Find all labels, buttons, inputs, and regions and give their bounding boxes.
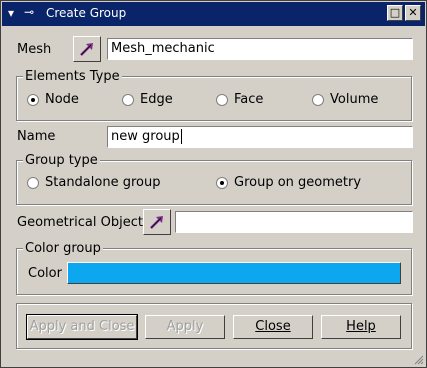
radio-node-label[interactable]: Node	[45, 92, 79, 107]
help-button[interactable]: Help	[321, 315, 401, 339]
maximize-icon: □	[389, 6, 401, 19]
help-button-label: Help	[346, 319, 376, 334]
window-title: Create Group	[46, 6, 127, 20]
maximize-button[interactable]: □	[387, 5, 403, 21]
mesh-field[interactable]: Mesh_mechanic	[107, 38, 413, 60]
radio-face[interactable]	[216, 94, 228, 106]
radio-volume-label[interactable]: Volume	[330, 92, 378, 107]
close-icon: ✕	[408, 6, 418, 19]
name-label: Name	[17, 129, 56, 144]
geometry-select-button[interactable]	[143, 209, 171, 235]
close-window-button[interactable]: ✕	[405, 5, 421, 21]
name-field[interactable]: new group	[107, 126, 413, 148]
pin-icon[interactable]: ⊸	[24, 5, 34, 19]
text-cursor	[180, 129, 182, 144]
select-arrow-icon	[80, 43, 93, 56]
resize-grip-icon[interactable]	[412, 353, 424, 365]
close-button-label: Close	[255, 319, 291, 334]
title-bar[interactable]: ▾ ⊸ Create Group □ ✕	[2, 2, 425, 26]
radio-standalone-label[interactable]: Standalone group	[45, 175, 160, 190]
color-group-title: Color group	[23, 241, 103, 256]
radio-standalone-group[interactable]	[27, 177, 39, 189]
radio-edge-label[interactable]: Edge	[140, 92, 173, 107]
radio-node[interactable]	[27, 94, 39, 106]
radio-volume[interactable]	[312, 94, 324, 106]
radio-edge[interactable]	[122, 94, 134, 106]
radio-group-on-geometry[interactable]	[216, 177, 228, 189]
mesh-app-icon[interactable]: ▾	[8, 6, 14, 20]
mesh-select-button[interactable]	[73, 36, 101, 62]
radio-geometry-label[interactable]: Group on geometry	[234, 175, 361, 190]
radio-face-label[interactable]: Face	[234, 92, 263, 107]
create-group-dialog: ▾ ⊸ Create Group □ ✕ Mesh Mesh_mechanic …	[0, 0, 427, 368]
geometrical-object-field[interactable]	[175, 211, 413, 233]
group-type-title: Group type	[23, 153, 100, 168]
elements-type-title: Elements Type	[23, 69, 122, 84]
apply-and-close-button[interactable]: Apply and Close	[26, 314, 138, 340]
color-picker-button[interactable]	[67, 262, 401, 284]
select-arrow-icon	[150, 216, 163, 229]
close-button[interactable]: Close	[233, 315, 313, 339]
color-label: Color	[28, 266, 62, 281]
name-value: new group	[111, 129, 180, 144]
mesh-label: Mesh	[17, 42, 52, 57]
apply-button[interactable]: Apply	[145, 315, 225, 339]
geometrical-object-label: Geometrical Object	[17, 215, 143, 230]
